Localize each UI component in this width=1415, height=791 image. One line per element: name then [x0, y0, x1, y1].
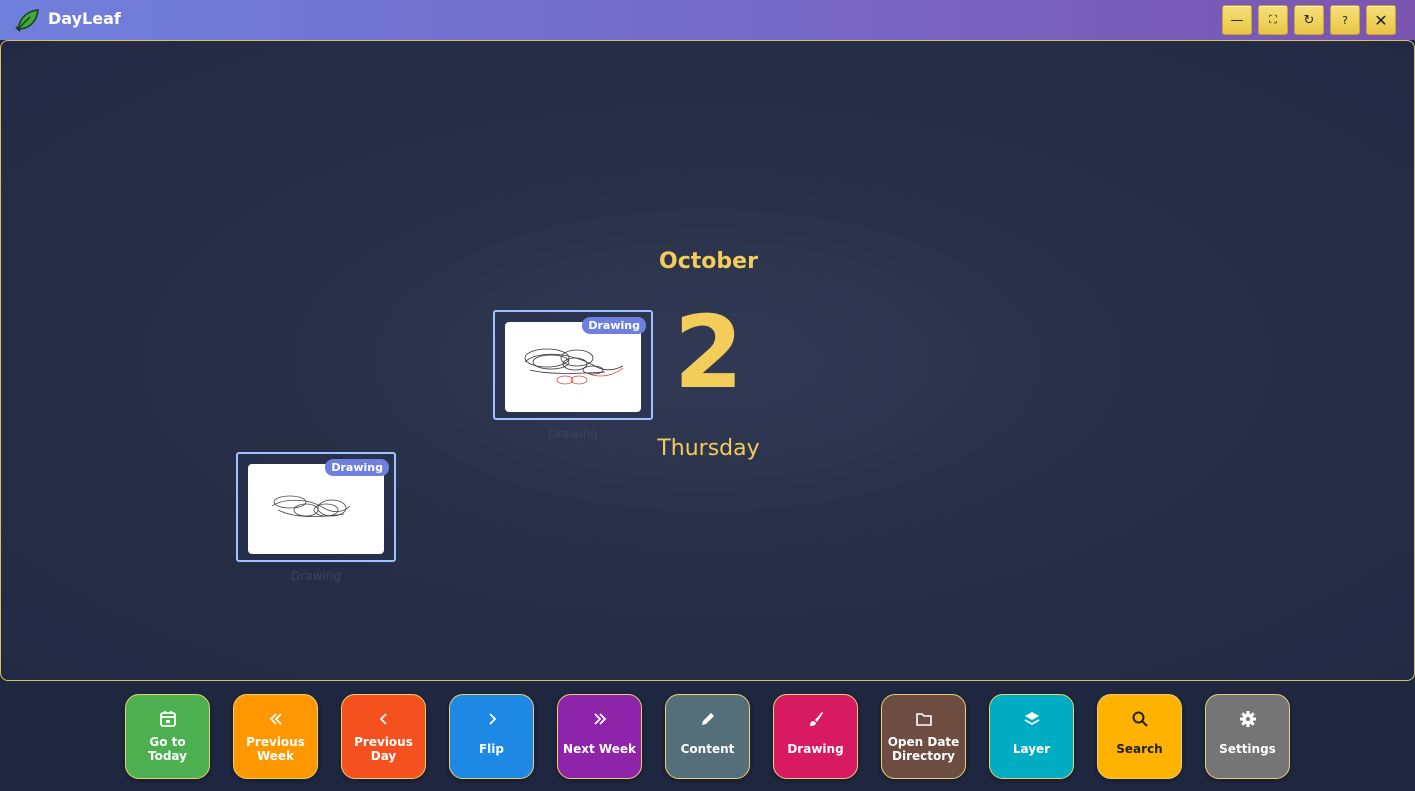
button-label: Content	[680, 742, 735, 756]
previous-day-button[interactable]: Previous Day	[341, 694, 426, 779]
button-label: Layer	[1012, 742, 1051, 756]
drawing-thumbnail[interactable]: Drawing	[236, 452, 396, 562]
button-label: Drawing	[787, 742, 844, 756]
next-week-button[interactable]: Next Week	[557, 694, 642, 779]
minimize-button[interactable]: —	[1222, 5, 1252, 35]
calendar-icon	[158, 709, 178, 729]
settings-button[interactable]: Settings	[1205, 694, 1290, 779]
minimize-icon: —	[1230, 12, 1244, 28]
type-badge: Drawing	[582, 317, 646, 334]
previous-week-button[interactable]: Previous Week	[233, 694, 318, 779]
refresh-icon: ↻	[1303, 12, 1315, 28]
search-button[interactable]: Search	[1097, 694, 1182, 779]
drawing-preview	[505, 322, 641, 412]
help-icon: ?	[1342, 13, 1348, 27]
layer-button[interactable]: Layer	[989, 694, 1074, 779]
go-to-today-button[interactable]: Go to Today	[125, 694, 210, 779]
sketch-image	[524, 348, 624, 385]
content-button[interactable]: Content	[665, 694, 750, 779]
leaf-icon	[15, 9, 39, 32]
app-title: DayLeaf	[48, 9, 121, 28]
button-label: Open Date Directory	[887, 735, 960, 763]
weekday-label: Thursday	[657, 436, 760, 461]
chevron-left-icon	[374, 709, 394, 729]
fullscreen-icon: ⛶	[1269, 13, 1277, 26]
drawing-button[interactable]: Drawing	[773, 694, 858, 779]
title-bar: DayLeaf — ⛶ ↻ ? ✕	[0, 0, 1415, 40]
button-label: Go to Today	[148, 735, 187, 763]
button-label: Search	[1116, 742, 1163, 756]
thumbnail-caption: Drawing	[548, 427, 598, 441]
type-badge: Drawing	[325, 459, 389, 476]
gear-icon	[1238, 709, 1258, 729]
button-label: Previous Day	[354, 735, 413, 763]
double-chevron-right-icon	[590, 709, 610, 729]
flip-button[interactable]: Flip	[449, 694, 534, 779]
fullscreen-button[interactable]: ⛶	[1258, 5, 1288, 35]
button-label: Next Week	[563, 742, 636, 756]
open-date-directory-button[interactable]: Open Date Directory	[881, 694, 966, 779]
help-button[interactable]: ?	[1330, 5, 1360, 35]
double-chevron-left-icon	[266, 709, 286, 729]
layers-icon	[1022, 709, 1042, 729]
drawing-preview	[248, 464, 384, 554]
close-button[interactable]: ✕	[1366, 5, 1396, 35]
pencil-icon	[698, 709, 718, 729]
refresh-button[interactable]: ↻	[1294, 5, 1324, 35]
button-label: Previous Week	[246, 735, 305, 763]
month-label: October	[659, 249, 758, 274]
button-label: Settings	[1219, 742, 1276, 756]
sketch-image	[271, 495, 351, 518]
folder-icon	[914, 709, 934, 729]
bottom-toolbar: Go to Today Previous Week Previous Day F…	[0, 681, 1415, 791]
day-number: 2	[673, 294, 744, 411]
close-icon: ✕	[1374, 10, 1388, 30]
search-icon	[1130, 709, 1150, 729]
calendar-page[interactable]: October 2 Thursday Drawing Drawing Drawi…	[0, 40, 1415, 681]
drawing-thumbnail[interactable]: Drawing	[493, 310, 653, 420]
thumbnail-caption: Drawing	[291, 569, 341, 583]
brush-icon	[806, 709, 826, 729]
chevron-right-icon	[482, 709, 502, 729]
button-label: Flip	[478, 742, 504, 756]
